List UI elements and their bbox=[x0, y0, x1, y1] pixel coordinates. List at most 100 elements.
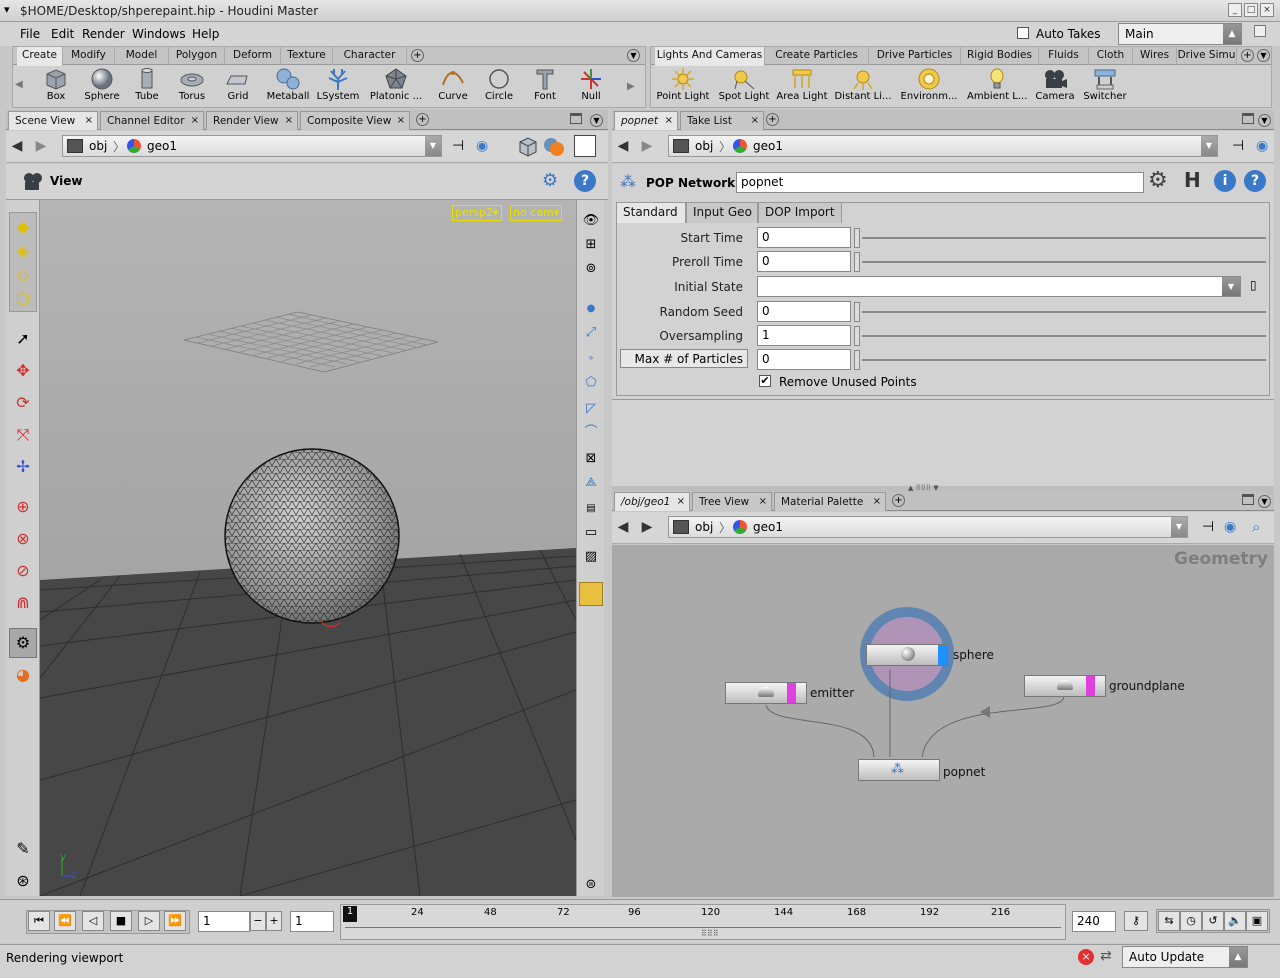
pane-menu-icon[interactable]: ▼ bbox=[1258, 114, 1271, 127]
select-objects-icon[interactable]: ◆ bbox=[10, 214, 36, 240]
network-editor[interactable]: Geometry sphere emitter groundplane ⁂ po… bbox=[612, 545, 1274, 897]
render-region-icon[interactable]: ◕ bbox=[10, 662, 36, 688]
shelf-tab-lights-cameras[interactable]: Lights And Cameras bbox=[655, 47, 765, 66]
chevron-down-icon[interactable]: ▼ bbox=[425, 136, 441, 156]
path-field[interactable]: obj 〉 geo1 ▼ bbox=[668, 516, 1188, 538]
random-seed-slider-knob[interactable] bbox=[854, 302, 860, 322]
hull-display-icon[interactable]: ⌒ bbox=[578, 420, 604, 446]
shelf-tab-drive-particles[interactable]: Drive Particles bbox=[869, 47, 961, 65]
shelf-tab-deform[interactable]: Deform bbox=[225, 47, 281, 65]
handle-tool-icon[interactable]: ⊕ bbox=[10, 494, 36, 520]
tab-material-palette[interactable]: Material Palette × bbox=[774, 492, 886, 511]
tool-null[interactable]: Null bbox=[564, 67, 618, 107]
menu-file[interactable]: File bbox=[20, 27, 40, 41]
shelf-menu-icon[interactable]: ▼ bbox=[1257, 49, 1270, 62]
comment-icon[interactable]: ▭ bbox=[578, 520, 604, 546]
lights-icon[interactable]: ⊚ bbox=[578, 256, 604, 282]
tool-spot-light[interactable]: Spot Light bbox=[715, 67, 773, 107]
stop-render-icon[interactable]: × bbox=[1078, 949, 1094, 965]
refresh-icon[interactable]: ⇄ bbox=[1100, 948, 1112, 964]
close-tab-icon[interactable]: × bbox=[397, 112, 405, 130]
move-tool-icon[interactable]: ✥ bbox=[10, 358, 36, 384]
snap-options-icon[interactable]: ⚙ bbox=[542, 170, 558, 191]
desktop-minimize-icon[interactable] bbox=[1254, 25, 1266, 37]
loop-icon[interactable]: ↺ bbox=[1202, 911, 1224, 931]
close-window-button[interactable]: × bbox=[1260, 3, 1274, 17]
notes-icon[interactable]: ✎ bbox=[10, 836, 36, 862]
tab-tree-view[interactable]: Tree View × bbox=[692, 492, 772, 511]
template-flag[interactable] bbox=[787, 683, 796, 703]
path-obj[interactable]: obj bbox=[89, 139, 107, 153]
shelf-tab-modify[interactable]: Modify bbox=[63, 47, 115, 65]
camera-menu[interactable]: persp2▾ bbox=[452, 205, 502, 221]
initial-state-field[interactable]: ▼ bbox=[757, 276, 1241, 297]
tool-distant-light[interactable]: Distant Li... bbox=[833, 67, 893, 107]
max-particles-toggle-label[interactable]: Max # of Particles bbox=[620, 349, 748, 368]
pin-icon[interactable]: ⊣ bbox=[1232, 138, 1244, 154]
camera-small-icon[interactable]: ⊞ bbox=[578, 232, 604, 258]
pane-menu-icon[interactable]: ▼ bbox=[1258, 495, 1271, 508]
tool-environment-light[interactable]: Environm... bbox=[899, 67, 959, 107]
tool-switcher[interactable]: Switcher bbox=[1077, 67, 1133, 107]
tool-platonic[interactable]: Platonic ... bbox=[369, 67, 423, 107]
tool-grid[interactable]: Grid bbox=[211, 67, 265, 107]
shelf-tab-polygon[interactable]: Polygon bbox=[169, 47, 225, 65]
path-geo[interactable]: geo1 bbox=[147, 139, 177, 153]
shelf-tab-character[interactable]: Character bbox=[333, 47, 407, 65]
menu-windows[interactable]: Windows bbox=[132, 27, 186, 41]
auto-takes-checkbox[interactable] bbox=[1017, 27, 1029, 39]
shading-mode-icon[interactable] bbox=[542, 135, 566, 159]
random-seed-slider[interactable] bbox=[862, 311, 1266, 313]
help-icon[interactable]: ? bbox=[574, 170, 596, 192]
preroll-time-slider[interactable] bbox=[862, 261, 1266, 263]
view-tool-icon[interactable] bbox=[20, 169, 46, 195]
text-display-icon[interactable]: ▤ bbox=[578, 496, 604, 522]
info-icon[interactable]: i bbox=[1214, 170, 1236, 192]
range-bar-handle-icon[interactable]: ⠿⠿⠿ bbox=[701, 929, 719, 938]
point-display-icon[interactable]: ● bbox=[578, 296, 604, 322]
maximize-pane-icon[interactable] bbox=[1242, 494, 1254, 505]
forward-arrow-icon[interactable]: ▶ bbox=[638, 519, 656, 537]
minimize-button[interactable]: _ bbox=[1228, 3, 1242, 17]
vector-display-icon[interactable]: ⟁ bbox=[578, 470, 604, 496]
preroll-time-field[interactable]: 0 bbox=[757, 251, 851, 272]
tool-metaball[interactable]: Metaball bbox=[261, 67, 315, 107]
select-geometry-icon[interactable]: ◈ bbox=[10, 238, 36, 264]
pose-tool-icon[interactable]: ✢ bbox=[10, 454, 36, 480]
start-time-slider-knob[interactable] bbox=[854, 228, 860, 248]
display-options-box-icon[interactable] bbox=[516, 135, 540, 159]
jump-to-start-button[interactable]: ⏮ bbox=[28, 911, 50, 931]
layout-grid-icon[interactable] bbox=[579, 582, 603, 606]
menu-help[interactable]: Help bbox=[192, 27, 219, 41]
shelf-tab-cloth[interactable]: Cloth bbox=[1089, 47, 1133, 65]
frame-selection-icon[interactable]: ⊠ bbox=[578, 446, 604, 472]
image-icon[interactable]: ▨ bbox=[578, 544, 604, 570]
select-arrow-icon[interactable]: ➚ bbox=[10, 326, 36, 352]
scene-viewport[interactable]: persp2▾ no cam▾ y z bbox=[40, 200, 576, 896]
shelf-tab-texture[interactable]: Texture bbox=[281, 47, 333, 65]
pane-menu-icon[interactable]: ▼ bbox=[590, 114, 603, 127]
magnet-rotate-icon[interactable]: ⊗ bbox=[10, 526, 36, 552]
forward-arrow-icon[interactable]: ▶ bbox=[638, 138, 656, 156]
menu-render[interactable]: Render bbox=[82, 27, 125, 41]
chevron-down-icon[interactable]: ▼ bbox=[1201, 136, 1217, 156]
chevron-down-icon[interactable]: ▼ bbox=[1222, 277, 1240, 296]
play-reverse-button[interactable]: ◁ bbox=[82, 911, 104, 931]
eye-icon[interactable]: 👁 bbox=[578, 208, 604, 234]
close-tab-icon[interactable]: × bbox=[85, 112, 93, 130]
path-geo[interactable]: geo1 bbox=[753, 139, 783, 153]
play-forward-button[interactable]: ▷ bbox=[138, 911, 160, 931]
close-tab-icon[interactable]: × bbox=[191, 112, 199, 130]
add-tab-icon[interactable]: + bbox=[766, 113, 779, 126]
node-name-field[interactable]: popnet bbox=[736, 172, 1144, 193]
close-tab-icon[interactable]: × bbox=[751, 112, 759, 130]
view-tool-icon[interactable]: ⚙ bbox=[10, 630, 36, 656]
add-tab-icon[interactable]: + bbox=[892, 494, 905, 507]
help-icon[interactable]: ? bbox=[1244, 170, 1266, 192]
current-frame-field[interactable]: 1 bbox=[198, 911, 250, 932]
pin-icon[interactable]: ⊣ bbox=[452, 138, 464, 154]
path-obj[interactable]: obj bbox=[695, 139, 713, 153]
oversampling-slider-knob[interactable] bbox=[854, 326, 860, 346]
viewport-options-icon[interactable]: ⊜ bbox=[578, 872, 604, 898]
tab-popnet[interactable]: popnet × bbox=[614, 111, 678, 130]
